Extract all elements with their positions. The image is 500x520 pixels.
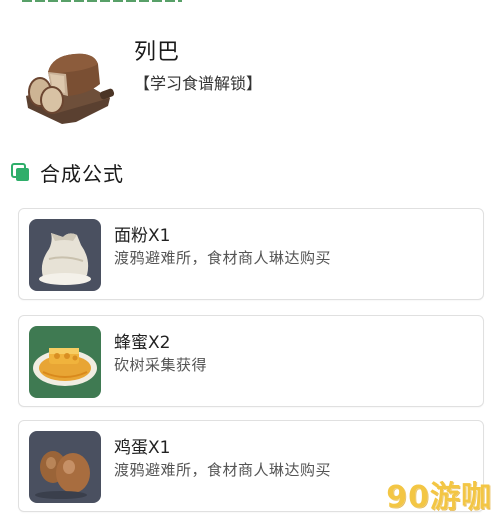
ingredient-name: 蜂蜜X2 xyxy=(114,333,171,353)
ingredient-name: 鸡蛋X1 xyxy=(114,438,171,458)
overlap-squares-icon xyxy=(10,161,32,183)
cut-off-text xyxy=(22,0,182,2)
ingredient-name: 面粉X1 xyxy=(114,226,171,246)
item-subtitle: 【学习食谱解锁】 xyxy=(134,74,263,93)
item-title: 列巴 xyxy=(134,40,181,65)
item-header: 列巴 【学习食谱解锁】 xyxy=(18,34,488,134)
ingredient-card[interactable]: 蜂蜜X2 砍树采集获得 xyxy=(18,315,484,407)
recipe-section-heading: 合成公式 xyxy=(10,158,124,186)
section-title: 合成公式 xyxy=(40,161,124,186)
ingredient-desc: 砍树采集获得 xyxy=(114,356,208,374)
top-cut-off-heading xyxy=(0,0,500,6)
watermark-logo: 90游咖 xyxy=(386,480,492,515)
ingredient-desc: 渡鸦避难所，食材商人琳达购买 xyxy=(114,461,332,479)
eggs-icon xyxy=(29,431,101,503)
ingredient-card[interactable]: 面粉X1 渡鸦避难所，食材商人琳达购买 xyxy=(18,208,484,300)
flour-sack-icon xyxy=(29,219,101,291)
ingredient-desc: 渡鸦避难所，食材商人琳达购买 xyxy=(114,249,332,267)
bread-loaf-icon xyxy=(18,44,118,126)
honey-plate-icon xyxy=(29,326,101,398)
